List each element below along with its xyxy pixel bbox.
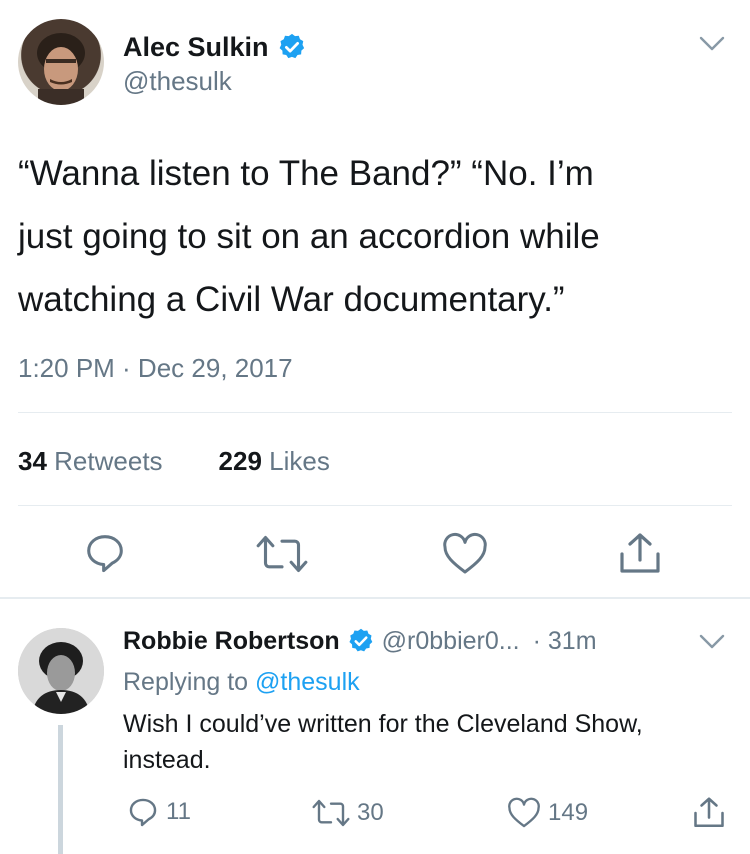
divider (18, 412, 732, 413)
tweet-text-line: just going to sit on an accordion while (18, 217, 600, 256)
verified-badge-icon (347, 627, 375, 655)
reply-text-line: Wish I could’ve written for the Clevelan… (123, 710, 643, 738)
reply-like-button[interactable]: 149 (506, 797, 588, 829)
chevron-down-icon[interactable] (698, 632, 726, 652)
replying-to-prefix: Replying to (123, 668, 249, 696)
like-icon (508, 797, 540, 828)
reply-retweet-button[interactable]: 30 (311, 797, 384, 829)
tweet-text-line: watching a Civil War documentary.” (18, 280, 565, 319)
section-divider (0, 597, 750, 599)
reply-author-handle[interactable]: @r0bbier0... (382, 627, 520, 656)
reply-reply-button[interactable]: 11 (126, 795, 191, 829)
likes-count: 229 (218, 446, 262, 476)
share-icon (620, 533, 660, 573)
reply-button[interactable] (82, 530, 128, 576)
reply-icon (129, 798, 157, 827)
tweet-timestamp[interactable]: 1:20 PM · Dec 29, 2017 (18, 353, 293, 384)
thread-line (58, 725, 63, 854)
like-button[interactable] (441, 532, 489, 576)
share-icon (694, 797, 724, 828)
reply-author-name[interactable]: Robbie Robertson (123, 627, 340, 656)
retweet-icon (256, 535, 308, 573)
retweets-label: Retweets (54, 446, 163, 476)
reply-icon (87, 535, 123, 573)
retweets-stat[interactable]: 34 Retweets (18, 446, 163, 477)
retweet-count: 30 (357, 799, 384, 826)
reply-share-button[interactable] (691, 795, 727, 831)
likes-stat[interactable]: 229 Likes (219, 446, 330, 477)
reply-time[interactable]: · 31m (533, 627, 597, 656)
like-icon (443, 532, 487, 574)
author-name[interactable]: Alec Sulkin (123, 32, 269, 63)
tweet-text-line: “Wanna listen to The Band?” “No. I’m (18, 154, 594, 193)
engagement-stats: 34 Retweets 229 Likes (18, 446, 330, 477)
avatar-alec-sulkin[interactable] (18, 19, 104, 105)
retweets-count: 34 (18, 446, 47, 476)
retweet-icon (312, 799, 350, 827)
retweet-button[interactable] (254, 532, 310, 576)
divider (18, 505, 732, 506)
avatar-robbie-robertson[interactable] (18, 628, 104, 714)
tweet-text: “Wanna listen to The Band?” “No. I’m jus… (18, 142, 738, 331)
verified-badge-icon (277, 32, 307, 62)
reply-count: 11 (166, 798, 191, 825)
replying-to-handle[interactable]: @thesulk (255, 668, 360, 696)
reply-text: Wish I could’ve written for the Clevelan… (123, 706, 738, 778)
share-button[interactable] (616, 530, 664, 578)
reply-text-line: instead. (123, 746, 211, 774)
likes-label: Likes (269, 446, 330, 476)
chevron-down-icon[interactable] (698, 34, 726, 54)
author-handle[interactable]: @thesulk (123, 66, 232, 97)
like-count: 149 (548, 799, 589, 826)
replying-to: Replying to @thesulk (123, 668, 360, 697)
